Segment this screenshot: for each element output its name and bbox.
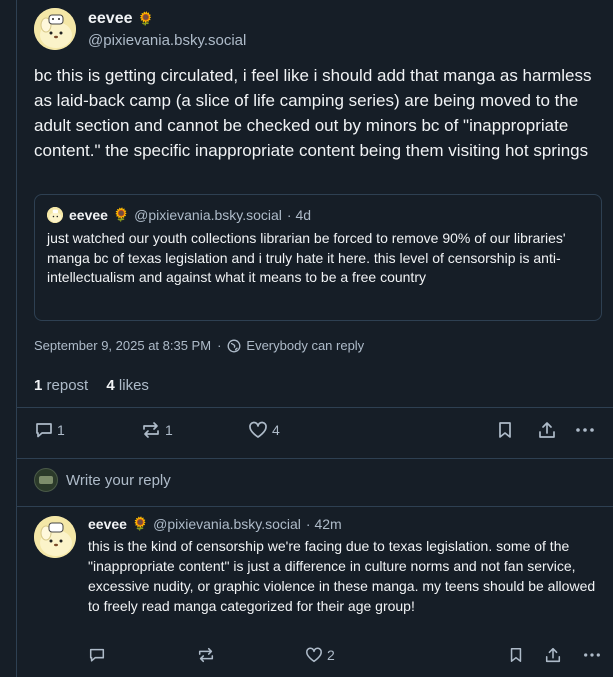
reply-input[interactable]: Write your reply <box>66 472 171 489</box>
likes-stat[interactable]: 4 likes <box>106 377 149 394</box>
post-stats: 1 repost 4 likes <box>34 377 149 394</box>
more-options-button[interactable] <box>582 646 602 664</box>
quoted-post[interactable]: eevee 🌻 @pixievania.bsky.social · 4d jus… <box>34 194 602 321</box>
post-meta: September 9, 2025 at 8:35 PM · Everybody… <box>34 338 364 353</box>
like-button[interactable]: 2 <box>304 646 335 664</box>
post-text: bc this is getting circulated, i feel li… <box>34 66 592 160</box>
more-icon <box>584 653 600 657</box>
share-button[interactable] <box>544 646 562 664</box>
repost-stat[interactable]: 1 repost <box>34 377 88 394</box>
repost-count: 1 <box>165 422 173 438</box>
reply-actions: 2 <box>88 646 608 666</box>
reply-count: 1 <box>57 422 65 438</box>
sunflower-emoji: 🌻 <box>131 516 149 531</box>
reply-icon <box>36 423 52 438</box>
share-icon <box>545 647 561 663</box>
quote-author-name: eevee <box>69 207 108 223</box>
reply-age: · 42m <box>305 516 342 532</box>
reply-button[interactable] <box>88 646 106 664</box>
repost-button[interactable] <box>196 646 216 664</box>
quote-age: · 4d <box>286 207 312 223</box>
reply-visibility[interactable]: Everybody can reply <box>246 338 364 353</box>
share-button[interactable] <box>537 420 557 440</box>
heart-icon <box>306 647 322 663</box>
reply-author-handle[interactable]: @pixievania.bsky.social <box>153 516 301 532</box>
post-actions: 1 1 4 <box>34 420 599 442</box>
like-count: 2 <box>327 647 335 663</box>
reply-text: this is the kind of censorship we're fac… <box>88 538 596 614</box>
heart-icon <box>249 421 267 438</box>
quote-avatar <box>47 207 63 223</box>
post-header: eevee 🌻 @pixievania.bsky.social <box>34 8 246 50</box>
author-name[interactable]: eevee <box>88 10 133 28</box>
reply-author-name[interactable]: eevee <box>88 516 127 532</box>
sunflower-emoji: 🌻 <box>112 207 130 222</box>
more-options-button[interactable] <box>574 420 596 440</box>
divider <box>16 407 613 408</box>
divider <box>16 458 613 459</box>
post-timestamp: September 9, 2025 at 8:35 PM <box>34 338 212 353</box>
like-button[interactable]: 4 <box>247 420 280 440</box>
share-icon <box>539 422 555 438</box>
bookmark-icon <box>499 422 511 438</box>
avatar[interactable] <box>34 8 76 50</box>
globe-icon <box>227 339 241 353</box>
reply-button[interactable]: 1 <box>34 420 65 440</box>
bookmark-button[interactable] <box>508 646 524 664</box>
repost-icon <box>198 647 214 663</box>
current-user-avatar <box>34 468 58 492</box>
bookmark-button[interactable] <box>496 420 514 440</box>
repost-icon <box>143 422 159 438</box>
meta-separator: · <box>217 338 222 353</box>
quote-text: just watched our youth collections libra… <box>47 230 566 285</box>
like-count: 4 <box>272 422 280 438</box>
divider <box>16 506 613 507</box>
reply-composer[interactable]: Write your reply <box>34 468 171 492</box>
author-handle[interactable]: @pixievania.bsky.social <box>88 32 246 49</box>
reply-icon <box>89 648 105 662</box>
repost-button[interactable]: 1 <box>140 420 173 440</box>
more-icon <box>576 428 594 432</box>
sunflower-emoji: 🌻 <box>137 10 154 26</box>
bookmark-icon <box>510 648 522 662</box>
avatar[interactable] <box>34 516 76 558</box>
quote-author-handle: @pixievania.bsky.social <box>134 207 282 223</box>
